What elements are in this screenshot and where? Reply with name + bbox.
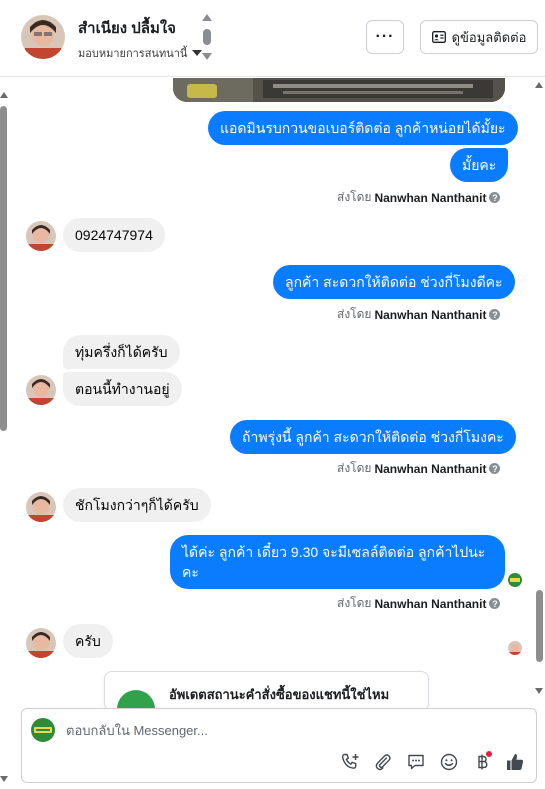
emoji-icon[interactable] [438, 751, 460, 773]
assign-conversation-dropdown[interactable]: มอบหมายการสนทนานี้ [78, 44, 203, 62]
sender-name: Nanwhan Nanthanit [374, 307, 487, 322]
sent-by-label: ส่งโดย Nanwhan Nanthanit ? [337, 305, 501, 324]
order-status-prompt-text: อัพเดตสถานะคำสั่งซื้อของแชทนี้ใช่ไหม [169, 687, 390, 702]
sent-by-prefix: ส่งโดย [337, 190, 372, 204]
assign-label: มอบหมายการสนทนานี้ [78, 48, 188, 60]
sent-by-label: ส่งโดย Nanwhan Nanthanit ? [337, 188, 501, 207]
sender-name: Nanwhan Nanthanit [374, 190, 487, 205]
incoming-message[interactable]: ตอนนี้ทำงานอยู่ [63, 372, 182, 406]
phone-plus-icon[interactable] [339, 751, 361, 773]
contact-avatar-small[interactable] [26, 492, 56, 522]
scroll-down-icon[interactable] [535, 688, 543, 694]
stepper-thumb[interactable] [203, 29, 211, 45]
scrollbar-thumb[interactable] [536, 590, 543, 662]
messenger-chat-window: สำเนียง ปลื้มใจ มอบหมายการสนทนานี้ ··· ด… [0, 0, 545, 789]
incoming-message[interactable]: ครับ [63, 624, 113, 658]
left-scrollbar[interactable] [0, 92, 8, 782]
incoming-message[interactable]: 0924747974 [63, 218, 165, 252]
seen-avatar [508, 641, 522, 655]
message-line: คะ [182, 564, 199, 580]
notification-dot [486, 751, 492, 757]
header-scroll-stepper[interactable] [200, 14, 214, 60]
thumbs-up-icon[interactable] [504, 751, 526, 773]
help-icon[interactable]: ? [489, 598, 501, 609]
contact-avatar-small[interactable] [26, 375, 56, 405]
sent-by-prefix: ส่งโดย [337, 461, 372, 475]
view-contact-label: ดูข้อมูลติดต่อ [451, 29, 527, 45]
sent-by-prefix: ส่งโดย [337, 307, 372, 321]
arrow-up-icon[interactable] [202, 14, 212, 21]
sender-name: Nanwhan Nanthanit [374, 596, 487, 611]
contact-avatar[interactable] [21, 15, 65, 59]
scroll-up-icon[interactable] [0, 92, 8, 98]
sent-by-label: ส่งโดย Nanwhan Nanthanit ? [337, 594, 501, 613]
scroll-down-icon[interactable] [0, 776, 8, 782]
chat-scrollbar[interactable] [535, 78, 544, 696]
image-attachment[interactable] [173, 78, 505, 102]
chat-header: สำเนียง ปลื้มใจ มอบหมายการสนทนานี้ ··· ด… [0, 0, 545, 77]
arrow-down-icon[interactable] [202, 53, 212, 60]
chat-bubble-icon[interactable] [405, 751, 427, 773]
incoming-message[interactable]: ทุ่มครึ่งก็ได้ครับ [63, 335, 180, 369]
outgoing-message[interactable]: ถ้าพรุ่งนี้ ลูกค้า สะดวกให้ติดต่อ ช่วงกี… [230, 420, 516, 454]
outgoing-message[interactable]: แอดมินรบกวนขอเบอร์ติดต่อ ลูกค้าหน่อยได้ม… [208, 111, 518, 145]
baht-icon[interactable] [471, 751, 493, 773]
incoming-message[interactable]: ชักโมงกว่าๆก็ได้ครับ [63, 488, 211, 522]
reply-input[interactable] [66, 719, 506, 741]
contact-card-icon [431, 31, 446, 43]
scrollbar-thumb[interactable] [0, 106, 7, 431]
sent-by-prefix: ส่งโดย [337, 596, 372, 610]
message-composer [21, 708, 537, 783]
help-icon[interactable]: ? [489, 463, 501, 474]
contact-avatar-small[interactable] [26, 628, 56, 658]
help-icon[interactable]: ? [489, 192, 501, 203]
page-avatar [31, 718, 55, 742]
seen-avatar [508, 573, 522, 587]
help-icon[interactable]: ? [489, 309, 501, 320]
paperclip-icon[interactable] [372, 751, 394, 773]
message-line: ได้ค่ะ ลูกค้า เดี๋ยว 9.30 จะมีเซลล์ติดต่… [182, 544, 486, 560]
sent-by-label: ส่งโดย Nanwhan Nanthanit ? [337, 459, 501, 478]
sender-name: Nanwhan Nanthanit [374, 461, 487, 476]
scroll-up-icon[interactable] [535, 82, 543, 88]
view-contact-button[interactable]: ดูข้อมูลติดต่อ [420, 20, 538, 54]
composer-toolbar [339, 751, 526, 773]
outgoing-message[interactable]: มั้ยคะ [450, 148, 509, 182]
order-status-prompt-card[interactable]: อัพเดตสถานะคำสั่งซื้อของแชทนี้ใช่ไหม [104, 671, 429, 711]
outgoing-message-multiline[interactable]: ได้ค่ะ ลูกค้า เดี๋ยว 9.30 จะมีเซลล์ติดต่… [170, 535, 505, 589]
contact-avatar-small[interactable] [26, 221, 56, 251]
contact-name[interactable]: สำเนียง ปลื้มใจ [78, 16, 176, 40]
more-options-button[interactable]: ··· [366, 20, 404, 54]
outgoing-message[interactable]: ลูกค้า สะดวกให้ติดต่อ ช่วงกี่โมงดีคะ [273, 265, 515, 299]
